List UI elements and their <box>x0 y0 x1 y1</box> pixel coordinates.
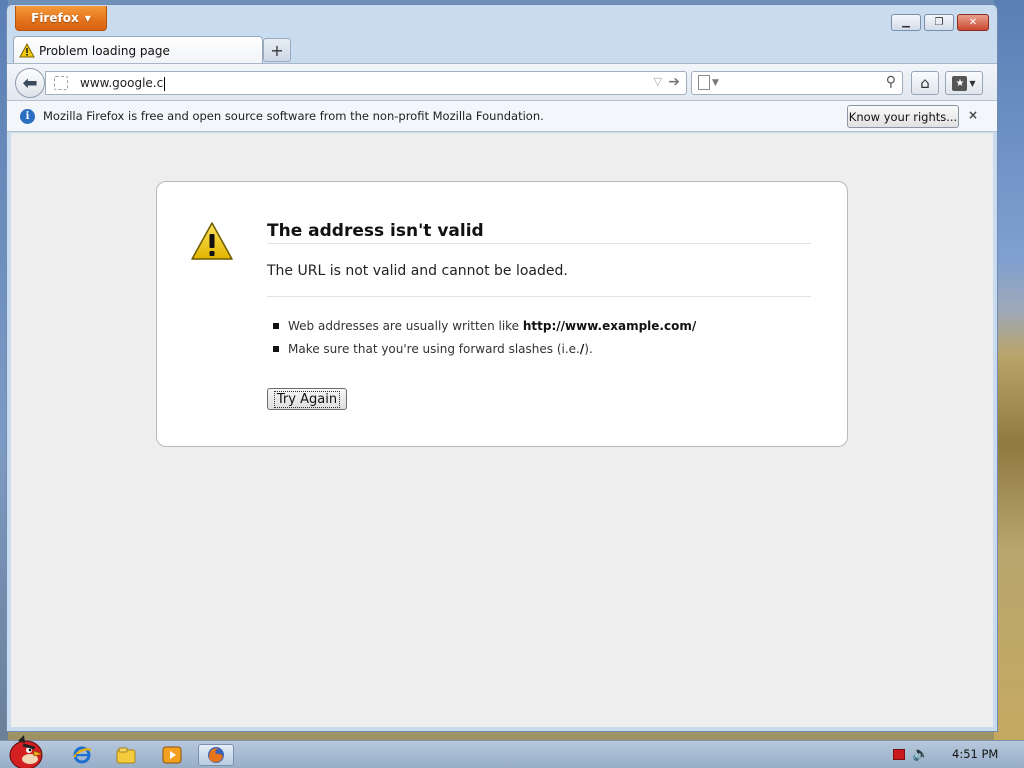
site-identity-icon[interactable] <box>54 76 68 90</box>
clock[interactable]: 4:51 PM <box>952 747 998 761</box>
notification-bar: i Mozilla Firefox is free and open sourc… <box>7 101 997 132</box>
firefox-taskbar-icon[interactable] <box>198 744 234 766</box>
warning-icon <box>191 222 233 260</box>
divider <box>267 243 811 244</box>
close-icon[interactable]: × <box>968 108 978 122</box>
bullet <box>273 345 279 352</box>
notification-text: Mozilla Firefox is free and open source … <box>43 109 544 123</box>
home-icon: ⌂ <box>920 74 930 92</box>
tip-example-url: http://www.example.com/ <box>522 318 697 333</box>
try-again-button[interactable]: Try Again <box>267 388 347 410</box>
list-item: Web addresses are usually written like h… <box>273 314 696 337</box>
back-button[interactable]: ⬅ <box>15 68 45 98</box>
url-value: www.google.c <box>80 76 164 90</box>
search-icon[interactable]: ⚲ <box>886 74 896 90</box>
error-panel: The address isn't valid The URL is not v… <box>156 181 848 447</box>
try-again-label: Try Again <box>273 390 341 408</box>
page-icon <box>698 75 710 90</box>
internet-explorer-icon[interactable] <box>64 744 100 766</box>
home-button[interactable]: ⌂ <box>911 71 939 95</box>
chevron-down-icon: ▼ <box>969 78 976 88</box>
url-input[interactable]: www.google.c <box>80 76 166 91</box>
window-controls: ▁ ❐ ✕ <box>891 14 989 31</box>
taskbar: 🔈 4:51 PM <box>0 735 1024 768</box>
error-tips-list: Web addresses are usually written like h… <box>273 314 696 360</box>
tip-text: Web addresses are usually written like <box>288 318 520 333</box>
error-short-description: The URL is not valid and cannot be loade… <box>267 263 568 279</box>
restore-button[interactable]: ❐ <box>924 14 954 31</box>
tip-text: Make sure that you're using forward slas… <box>288 341 580 356</box>
minimize-button[interactable]: ▁ <box>891 14 921 31</box>
bookmarks-icon: ★ <box>952 75 968 91</box>
browser-window: Firefox ▼ ▁ ❐ ✕ Problem loading page + w… <box>6 4 998 732</box>
page-content: The address isn't valid The URL is not v… <box>11 133 993 727</box>
chevron-down-icon: ▼ <box>712 77 719 88</box>
url-dropdown-icon[interactable]: ▽ <box>654 75 662 88</box>
navigation-toolbar: www.google.c ▽ ➔ ⬅ ▼ ⚲ ⌂ ★ ▼ <box>7 63 997 101</box>
chevron-down-icon: ▼ <box>84 13 91 23</box>
know-your-rights-button[interactable]: Know your rights... <box>847 105 959 128</box>
divider <box>267 296 811 297</box>
volume-icon[interactable]: 🔈 <box>912 746 929 762</box>
tip-suffix: ). <box>584 341 593 356</box>
firefox-menu-button[interactable]: Firefox ▼ <box>15 6 107 31</box>
firefox-menu-label: Firefox <box>31 11 79 25</box>
angry-birds-start-icon[interactable] <box>4 733 44 768</box>
desktop-background <box>994 0 1024 740</box>
back-arrow-icon: ⬅ <box>22 72 38 94</box>
search-engine-selector[interactable]: ▼ <box>698 75 719 90</box>
media-player-icon[interactable] <box>154 744 190 766</box>
url-bar[interactable]: www.google.c ▽ ➔ <box>45 71 687 95</box>
folder-icon[interactable] <box>108 744 144 766</box>
title-bar: Firefox ▼ ▁ ❐ ✕ <box>7 5 997 37</box>
bookmarks-button[interactable]: ★ ▼ <box>945 71 983 95</box>
error-title: The address isn't valid <box>267 221 484 241</box>
go-arrow-icon[interactable]: ➔ <box>668 74 680 90</box>
new-tab-icon[interactable]: + <box>263 38 291 62</box>
info-icon: i <box>20 109 35 124</box>
close-window-button[interactable]: ✕ <box>957 14 989 31</box>
action-center-flag-icon[interactable] <box>893 749 905 760</box>
list-item: Make sure that you're using forward slas… <box>273 337 696 360</box>
text-cursor <box>164 76 166 91</box>
tab-problem-loading[interactable]: Problem loading page <box>13 36 263 64</box>
warning-icon <box>19 43 35 58</box>
bullet <box>273 322 279 329</box>
search-bar[interactable]: ▼ ⚲ <box>691 71 903 95</box>
tab-title: Problem loading page <box>39 43 170 58</box>
